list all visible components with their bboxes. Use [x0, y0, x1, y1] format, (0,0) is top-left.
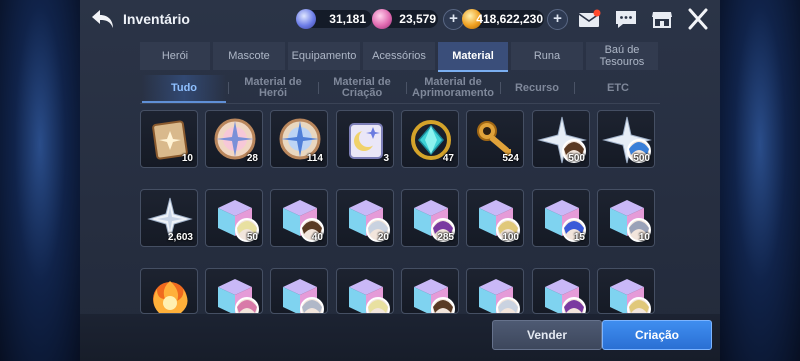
item-quantity: 50: [246, 232, 258, 243]
item-quantity: 2,603: [167, 232, 193, 243]
item-slot[interactable]: 20: [336, 189, 394, 247]
item-slot[interactable]: 524: [466, 110, 524, 168]
item-quantity: 285: [437, 232, 454, 243]
gold-amount: 418,622,230: [476, 12, 543, 26]
mail-icon[interactable]: [577, 8, 601, 30]
add-gem-button[interactable]: +: [443, 9, 464, 30]
background-left: [0, 0, 80, 361]
item-quantity: 10: [638, 232, 650, 243]
background-right: [720, 0, 800, 361]
currency-crystal: 31,181: [296, 9, 372, 29]
item-slot[interactable]: 47: [401, 110, 459, 168]
item-slot[interactable]: 3: [336, 110, 394, 168]
item-quantity: 47: [442, 153, 454, 164]
item-slot[interactable]: 114: [270, 110, 328, 168]
sell-button[interactable]: Vender: [492, 320, 602, 350]
item-slot[interactable]: [270, 268, 328, 314]
item-slot[interactable]: 2,603: [140, 189, 198, 247]
item-quantity: 28: [246, 153, 258, 164]
subtab-divider: [574, 82, 575, 94]
gem-icon: [372, 9, 392, 29]
tab-acessorios[interactable]: Acessórios: [363, 42, 435, 70]
item-quantity: 10: [181, 153, 193, 164]
item-slot[interactable]: 15: [532, 189, 590, 247]
item-slot[interactable]: [401, 268, 459, 314]
item-slot[interactable]: 285: [401, 189, 459, 247]
chat-icon[interactable]: [614, 8, 638, 30]
item-slot[interactable]: [205, 268, 263, 314]
divider: [140, 103, 660, 104]
cube-hero-icon: [414, 279, 455, 313]
item-quantity: 15: [573, 232, 585, 243]
item-slot[interactable]: 50: [205, 189, 263, 247]
item-slot[interactable]: [597, 268, 655, 314]
subtab-divider: [406, 82, 407, 94]
tab-material[interactable]: Material: [438, 42, 508, 72]
item-quantity: 114: [306, 153, 323, 164]
subtab-material-de-criacao[interactable]: Material de Criação: [320, 75, 404, 101]
subtab-material-de-heroi[interactable]: Material de Herói: [230, 75, 316, 101]
tab-equipamento[interactable]: Equipamento: [288, 42, 360, 70]
item-quantity: 524: [502, 153, 519, 164]
cube-hero-icon: [610, 279, 651, 313]
subtab-divider: [500, 82, 501, 94]
tab-bau-de-tesouros[interactable]: Baú de Tesouros: [586, 42, 658, 70]
currency-gold: 418,622,230: [462, 9, 544, 29]
item-slot[interactable]: 100: [466, 189, 524, 247]
crystal-amount: 31,181: [329, 12, 366, 26]
add-gold-button[interactable]: +: [547, 9, 568, 30]
cube-hero-icon: [545, 279, 586, 313]
currency-gem: 23,579: [372, 9, 438, 29]
cube-hero-icon: [218, 279, 259, 313]
cube-hero-icon: [349, 279, 390, 313]
item-slot[interactable]: 28: [205, 110, 263, 168]
subtab-divider: [228, 82, 229, 94]
subtab-etc[interactable]: ETC: [576, 75, 660, 101]
fire-orb-icon: [153, 281, 188, 313]
crystal-icon: [296, 9, 316, 29]
item-slot[interactable]: [336, 268, 394, 314]
tab-heroi[interactable]: Herói: [140, 42, 210, 70]
item-quantity: 500: [568, 153, 585, 164]
subtab-divider: [318, 82, 319, 94]
item-slot[interactable]: 10: [597, 189, 655, 247]
item-slot[interactable]: 500: [532, 110, 590, 168]
cube-hero-icon: [479, 279, 520, 313]
item-slot[interactable]: 10: [140, 110, 198, 168]
item-slot[interactable]: [466, 268, 524, 314]
item-quantity: 100: [502, 232, 519, 243]
item-quantity: 3: [383, 153, 389, 164]
back-arrow-icon[interactable]: [90, 8, 116, 30]
item-slot[interactable]: 40: [270, 189, 328, 247]
item-quantity: 40: [311, 232, 323, 243]
subtab-recurso[interactable]: Recurso: [502, 75, 572, 101]
item-slot[interactable]: [532, 268, 590, 314]
item-quantity: 500: [633, 153, 650, 164]
shop-icon[interactable]: [650, 8, 674, 30]
item-slot[interactable]: 500: [597, 110, 655, 168]
page-title: Inventário: [123, 11, 190, 27]
subtab-tudo[interactable]: Tudo: [142, 75, 226, 103]
tab-runa[interactable]: Runa: [511, 42, 583, 70]
item-quantity: 20: [377, 232, 389, 243]
tab-mascote[interactable]: Mascote: [213, 42, 285, 70]
subtab-material-de-aprimoramento[interactable]: Material de Aprimoramento: [408, 75, 498, 101]
cube-hero-icon: [283, 279, 324, 313]
item-slot[interactable]: [140, 268, 198, 314]
create-button[interactable]: Criação: [602, 320, 712, 350]
gem-amount: 23,579: [399, 12, 436, 26]
close-icon[interactable]: [686, 8, 710, 30]
